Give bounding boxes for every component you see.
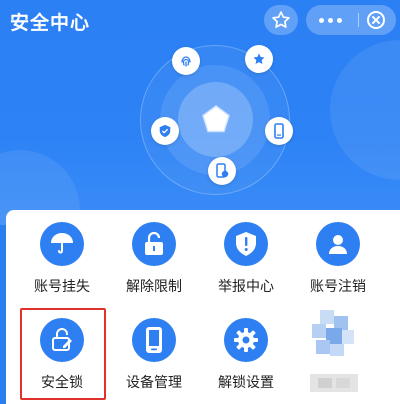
security-radar-inner <box>178 82 253 157</box>
orbit-star <box>245 45 273 73</box>
mini-program-capsule <box>306 5 396 35</box>
decorative-circle <box>330 40 400 180</box>
report-shield-icon <box>236 232 256 256</box>
grid-item-unlock-settings[interactable]: 解锁设置 <box>198 318 294 392</box>
pentagon-shield-icon <box>201 104 230 132</box>
orbit-device-lock <box>208 157 236 185</box>
gear-icon <box>234 328 258 352</box>
grid-item-label: 解锁设置 <box>218 374 274 390</box>
icon-circle <box>40 222 84 266</box>
phone-icon <box>274 123 284 139</box>
grid-item-account-cancel[interactable]: 账号注销 <box>290 222 386 296</box>
grid-item-label: 举报中心 <box>218 278 274 294</box>
orbit-phone <box>265 117 293 145</box>
icon-circle <box>224 222 268 266</box>
more-dots-icon <box>318 17 342 23</box>
unlock-icon <box>145 231 163 255</box>
grid-item-label: 解除限制 <box>126 278 182 294</box>
star-badge-icon <box>253 53 265 64</box>
shield-check-icon <box>159 124 171 138</box>
grid-item-account-loss[interactable]: 账号挂失 <box>14 222 110 296</box>
grid-item-report-center[interactable]: 举报中心 <box>198 222 294 296</box>
grid-item-remove-restriction[interactable]: 解除限制 <box>106 222 202 296</box>
user-icon <box>329 235 347 254</box>
grid-item-device-management[interactable]: 设备管理 <box>106 318 202 392</box>
close-circle-icon <box>367 11 385 29</box>
star-icon <box>272 11 290 28</box>
icon-circle <box>316 222 360 266</box>
page-title: 安全中心 <box>10 13 91 34</box>
icon-circle <box>132 318 176 362</box>
device-lock-icon <box>216 163 229 178</box>
phone-device-icon <box>146 327 162 353</box>
pixelated-grid-item <box>310 310 360 400</box>
header-background: 安全中心 <box>0 0 400 225</box>
umbrella-icon <box>51 233 73 254</box>
grid-item-label: 账号注销 <box>310 278 366 294</box>
favorite-button[interactable] <box>264 5 298 35</box>
highlight-box <box>20 308 106 400</box>
grid-item-label: 账号挂失 <box>34 278 90 294</box>
capsule-divider <box>358 13 359 27</box>
orbit-fingerprint <box>172 47 200 75</box>
grid-item-label: 设备管理 <box>126 374 182 390</box>
icon-circle <box>224 318 268 362</box>
close-button[interactable] <box>366 10 386 30</box>
orbit-shield <box>151 117 179 145</box>
fingerprint-icon <box>181 56 191 67</box>
more-button[interactable] <box>306 5 354 35</box>
icon-circle <box>132 222 176 266</box>
